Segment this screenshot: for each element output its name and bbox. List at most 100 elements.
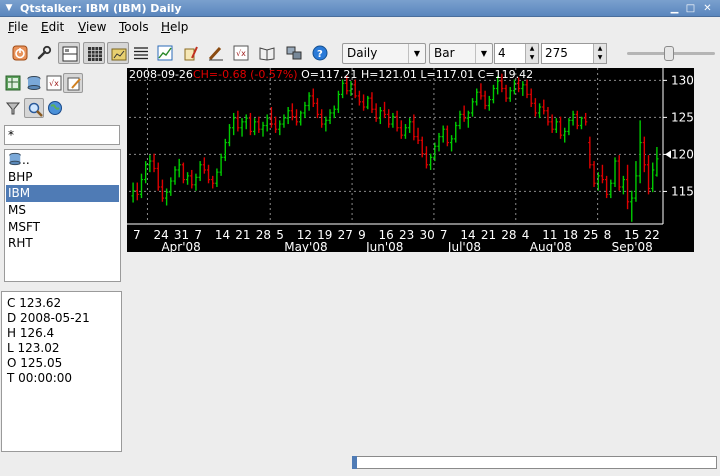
group-navigator-button[interactable] (24, 73, 44, 93)
chart-info-bar: 2008-09-26CH=-0.68 (-0.57%) O=117.21 H=1… (129, 68, 533, 81)
menu-edit-label: dit (48, 20, 65, 34)
month-label: May'08 (284, 240, 327, 252)
x-tick-label: 9 (358, 228, 366, 242)
chart-navigator-button[interactable] (3, 73, 23, 93)
menu-view[interactable]: View (78, 20, 106, 34)
list-item[interactable]: IBM (6, 185, 119, 202)
bar-spacing-value: 4 (498, 46, 506, 60)
list-item[interactable]: BHP (6, 169, 119, 186)
arrow-up-icon[interactable]: ▲ (526, 44, 538, 53)
quit-button[interactable] (9, 42, 31, 64)
folder-chart-icon (111, 48, 127, 61)
line-chart-icon (157, 45, 173, 61)
menu-file[interactable]: File (8, 20, 28, 34)
network-button[interactable] (283, 42, 305, 64)
grid-icon (88, 47, 102, 61)
lines-icon (134, 47, 148, 60)
info-row: L 123.02 (7, 341, 60, 355)
price-chart[interactable]: 130 125 120 115 7 24 31 7 14 21 28 5 12 19 27 9 16 23 30 7 1… (127, 68, 694, 252)
x-tick-label: 14 (215, 228, 230, 242)
menu-view-label: iew (85, 20, 107, 34)
window-menu-icon[interactable]: ▼ (3, 2, 15, 14)
maximize-icon[interactable]: □ (684, 2, 697, 15)
month-label: Jun'08 (365, 240, 403, 252)
chart-style-select[interactable]: Bar ▼ (429, 43, 493, 64)
portfolio-navigator-button[interactable] (45, 98, 65, 118)
svg-text:√x: √x (49, 79, 59, 88)
menu-tools-label: ools (124, 20, 149, 34)
menu-file-label: ile (14, 20, 29, 34)
indicator-navigator-button[interactable]: √x (44, 73, 64, 93)
info-row: H 126.4 (7, 326, 55, 340)
help-book-button[interactable] (256, 42, 278, 64)
menu-bar: File Edit View Tools Help (0, 17, 720, 37)
menu-edit-mnemonic: E (41, 20, 49, 34)
spreadsheet-icon (5, 75, 21, 91)
month-label: Aug'08 (530, 240, 572, 252)
funnel-icon (5, 102, 21, 115)
edit-document-icon (67, 77, 81, 91)
x-tick-label: 7 (133, 228, 141, 242)
menu-tools[interactable]: Tools (119, 20, 149, 34)
x-tick-label: 21 (481, 228, 496, 242)
info-open: O=117.21 (301, 68, 358, 81)
x-tick-label: 7 (440, 228, 448, 242)
scanner-navigator-button[interactable] (63, 73, 83, 93)
bar-spacing-spinbox[interactable]: 4 ▲ ▼ (494, 43, 539, 64)
tester-navigator-button[interactable] (3, 98, 23, 118)
draw-button[interactable] (205, 42, 227, 64)
database-icon (27, 76, 41, 90)
crosshairs-button[interactable] (130, 42, 152, 64)
price-marker (665, 150, 671, 159)
list-item-parent-folder[interactable]: .. (6, 152, 119, 169)
list-item[interactable]: RHT (6, 235, 119, 252)
arrow-down-icon[interactable]: ▼ (526, 53, 538, 62)
bars-to-load-spinbox[interactable]: 275 ▲ ▼ (541, 43, 607, 64)
indicator-button[interactable] (180, 42, 202, 64)
close-icon[interactable]: ✕ (701, 2, 714, 15)
list-item[interactable]: MSFT (6, 219, 119, 236)
x-tick-label: 4 (522, 228, 530, 242)
menu-help[interactable]: Help (161, 20, 188, 34)
chart-panel-icon (62, 46, 78, 62)
menu-edit[interactable]: Edit (41, 20, 64, 34)
y-tick-label: 120 (671, 147, 694, 161)
database-icon (9, 152, 21, 166)
ohlc-chart-svg[interactable]: 1301251201157 24 31 7 14 21 28 5 12 19 27 9 16 23 30 7 1… (127, 68, 694, 252)
symbol-list[interactable]: .. BHP IBM MS MSFT RHT (4, 149, 121, 282)
about-button[interactable]: ? (309, 42, 331, 64)
info-row: O 125.05 (7, 356, 63, 370)
search-icon (28, 102, 43, 117)
x-tick-label: 25 (583, 228, 598, 242)
bar-info-panel: C 123.62 D 2008-05-21 H 126.4 L 123.02 O… (1, 291, 122, 452)
spin-buttons[interactable]: ▲ ▼ (593, 44, 606, 63)
symbol-filter-input[interactable]: * (4, 125, 120, 145)
x-tick-label: 27 (338, 228, 353, 242)
pan-slider-handle[interactable] (664, 46, 674, 61)
scale-to-screen-button[interactable] (107, 42, 129, 64)
svg-text:?: ? (317, 49, 323, 60)
parent-folder-label: .. (22, 153, 30, 167)
minimize-icon[interactable]: ▁ (668, 2, 681, 15)
compression-select[interactable]: Daily ▼ (342, 43, 426, 64)
info-low: L=117.01 (420, 68, 475, 81)
chart-button[interactable] (154, 42, 176, 64)
scanner-button[interactable]: √x (230, 42, 252, 64)
globe-icon (48, 101, 62, 115)
spin-buttons[interactable]: ▲ ▼ (525, 44, 538, 63)
wrench-icon (37, 45, 52, 60)
list-item[interactable]: MS (6, 202, 119, 219)
edit-chart-icon (184, 46, 198, 61)
month-label: Jul'08 (447, 240, 481, 252)
arrow-up-icon[interactable]: ▲ (594, 44, 606, 53)
search-navigator-button[interactable] (24, 98, 44, 118)
options-button[interactable] (33, 42, 55, 64)
compression-value: Daily (347, 46, 378, 60)
month-label: Sep'08 (612, 240, 653, 252)
arrow-down-icon[interactable]: ▼ (594, 53, 606, 62)
bars-to-load-value: 275 (545, 46, 568, 60)
computer-icon (286, 46, 302, 60)
grid-toggle-button[interactable] (58, 42, 80, 64)
grid-button[interactable] (83, 42, 105, 64)
x-tick-label: 21 (235, 228, 250, 242)
